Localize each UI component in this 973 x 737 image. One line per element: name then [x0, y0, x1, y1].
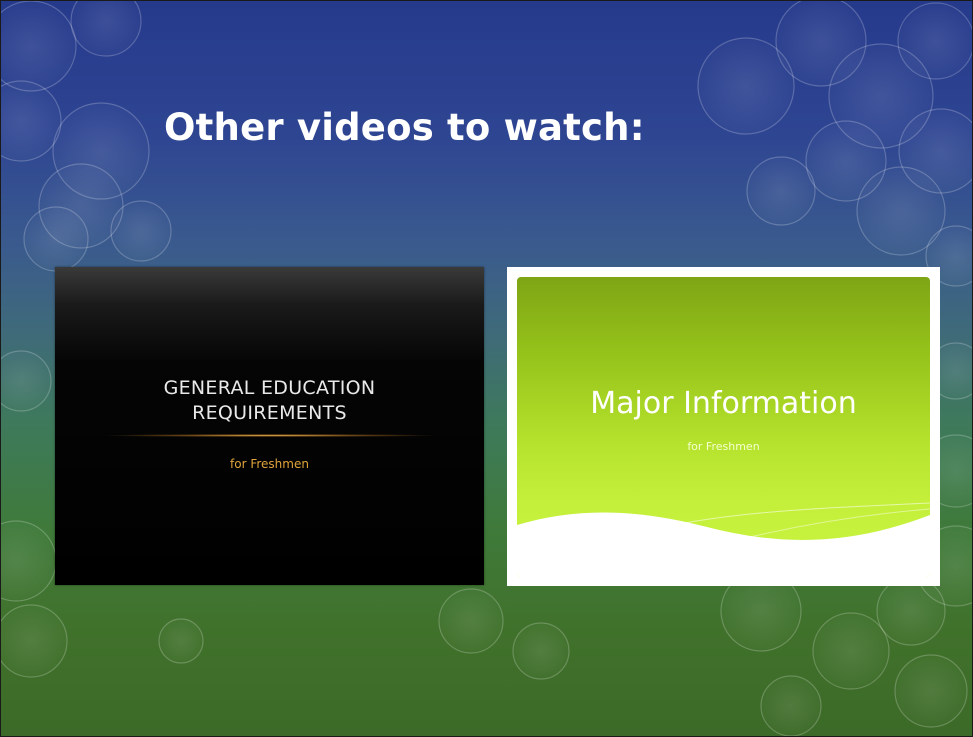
gold-divider-line — [105, 434, 435, 437]
major-information-video-thumbnail[interactable]: Major Information for Freshmen — [507, 267, 940, 586]
major-information-video-title: Major Information — [590, 386, 857, 421]
major-information-slide-preview: Major Information for Freshmen — [517, 277, 930, 577]
general-education-video-thumbnail[interactable]: GENERAL EDUCATION REQUIREMENTS for Fresh… — [55, 267, 484, 585]
slide-title: Other videos to watch: — [164, 106, 645, 149]
white-wave-decoration — [517, 502, 930, 577]
general-education-video-title: GENERAL EDUCATION REQUIREMENTS — [163, 377, 376, 424]
general-education-video-subtitle: for Freshmen — [230, 457, 309, 471]
major-information-video-subtitle: for Freshmen — [687, 440, 760, 453]
slide: Other videos to watch: GENERAL EDUCATION… — [0, 0, 973, 737]
